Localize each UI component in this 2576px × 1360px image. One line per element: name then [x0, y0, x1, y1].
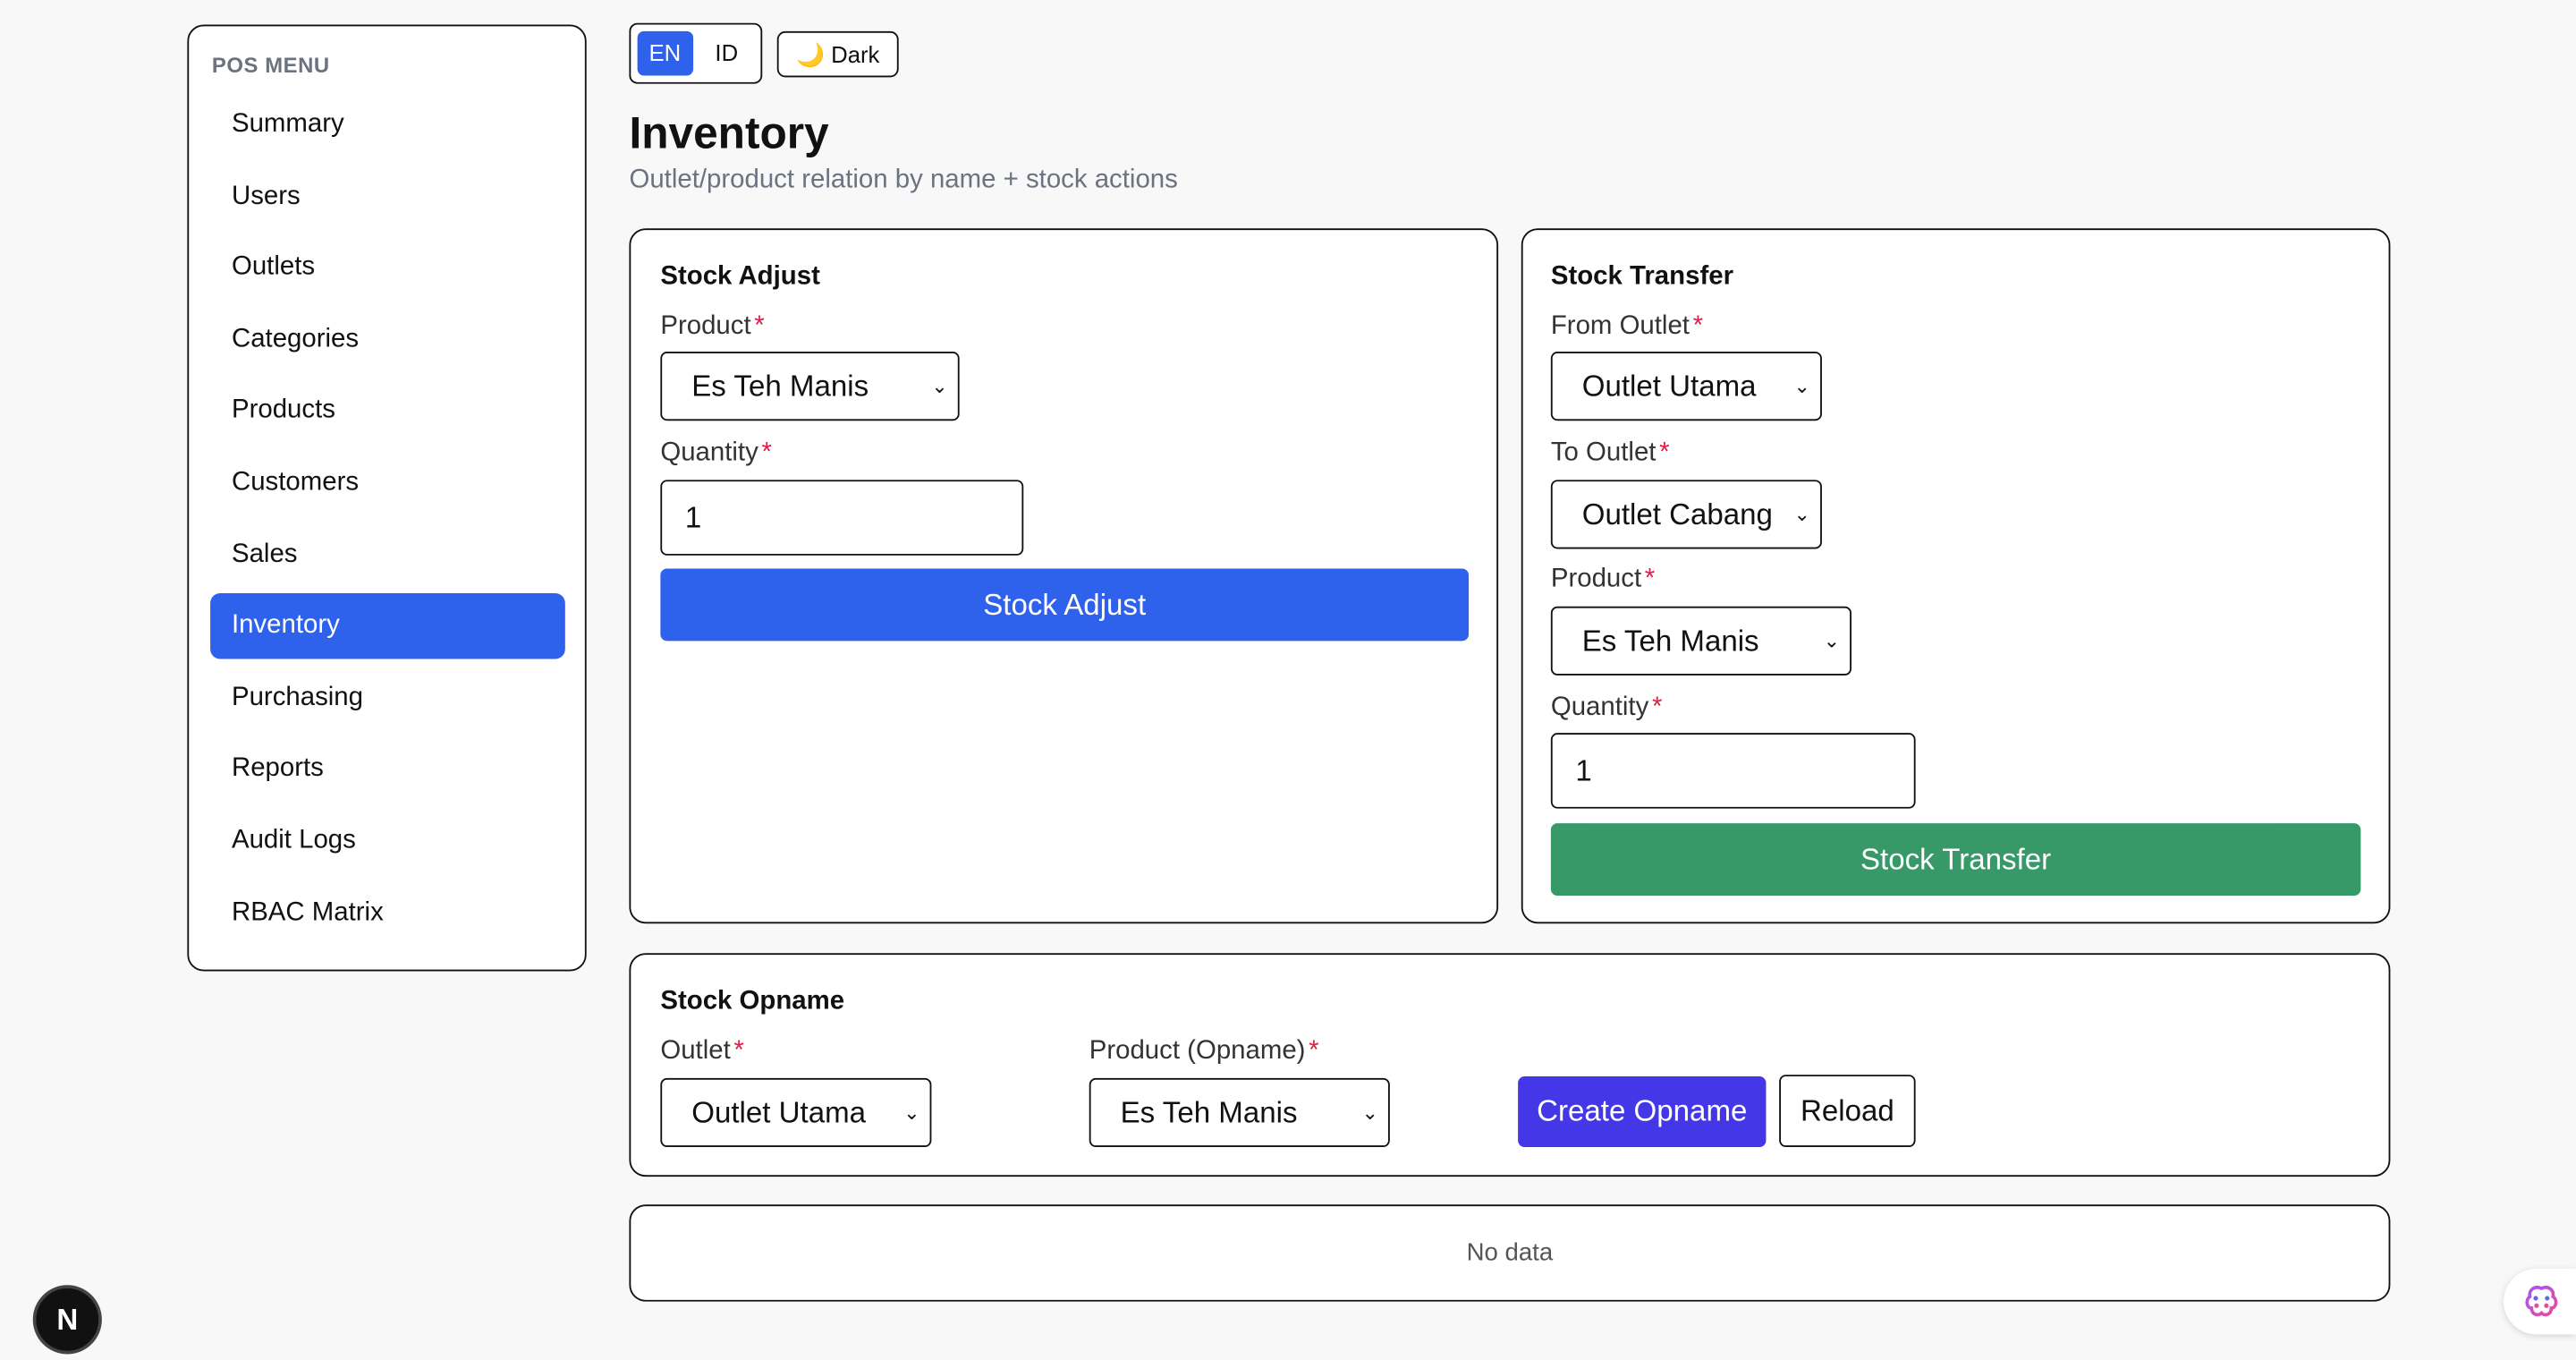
chevron-down-icon: ⌄ — [1793, 374, 1811, 398]
opname-table-empty: No data — [629, 1204, 2391, 1302]
dark-mode-button[interactable]: 🌙 Dark — [776, 30, 899, 78]
brain-icon — [2525, 1285, 2558, 1317]
transfer-product-label-text: Product — [1550, 565, 1642, 594]
opname-outlet-label-text: Outlet — [660, 1036, 731, 1066]
transfer-product-label: Product * — [1551, 565, 1655, 595]
required-mark: * — [1644, 565, 1656, 594]
transfer-product-value: Es Teh Manis — [1581, 624, 1759, 658]
stock-opname-card: Stock Opname Outlet * Outlet Utama ⌄ Prod… — [629, 953, 2391, 1177]
product-label-text: Product — [660, 311, 751, 341]
stock-transfer-title: Stock Transfer — [1550, 262, 1734, 292]
ai-assistant-button[interactable] — [2504, 1268, 2576, 1335]
required-mark: * — [1692, 311, 1704, 341]
sidebar-item-reports[interactable]: Reports — [210, 736, 565, 802]
product-label: Product * — [660, 312, 764, 342]
create-opname-button[interactable]: Create Opname — [1518, 1076, 1767, 1148]
from-outlet-select[interactable]: Outlet Utama ⌄ — [1550, 352, 1822, 421]
chevron-down-icon: ⌄ — [1793, 503, 1811, 526]
sidebar-title: POS MENU — [211, 52, 330, 78]
sidebar-item-products[interactable]: Products — [210, 378, 565, 444]
stock-adjust-title: Stock Adjust — [660, 262, 820, 292]
required-mark: * — [1309, 1036, 1319, 1066]
transfer-quantity-label-text: Quantity — [1550, 693, 1649, 722]
sidebar: POS MENU Summary Users Outlets Categorie… — [187, 24, 587, 972]
product-select-value: Es Teh Manis — [691, 370, 869, 403]
from-outlet-value: Outlet Utama — [1581, 370, 1757, 403]
nextjs-devtools-icon[interactable]: N — [32, 1285, 102, 1355]
page-subtitle: Outlet/product relation by name + stock … — [629, 166, 1178, 194]
language-toggle: EN ID — [629, 22, 763, 84]
sidebar-item-summary[interactable]: Summary — [210, 92, 565, 157]
page-title: Inventory — [629, 108, 829, 158]
opname-outlet-label: Outlet * — [660, 1037, 744, 1067]
lang-en-button[interactable]: EN — [637, 30, 693, 76]
from-outlet-label-text: From Outlet — [1550, 311, 1690, 341]
opname-product-label-text: Product (Opname) — [1089, 1036, 1306, 1066]
opname-product-select[interactable]: Es Teh Manis ⌄ — [1089, 1077, 1390, 1148]
to-outlet-select[interactable]: Outlet Cabang ⌄ — [1550, 480, 1822, 549]
opname-outlet-value: Outlet Utama — [691, 1096, 867, 1129]
stock-adjust-card: Stock Adjust Product * Es Teh Manis ⌄ Qua… — [629, 228, 1499, 924]
transfer-quantity-label: Quantity * — [1551, 693, 1663, 723]
chevron-down-icon: ⌄ — [1361, 1101, 1378, 1125]
stock-adjust-button[interactable]: Stock Adjust — [660, 568, 1470, 642]
required-mark: * — [761, 438, 772, 467]
required-mark: * — [733, 1036, 744, 1066]
stock-transfer-card: Stock Transfer From Outlet * Outlet Utama… — [1521, 228, 2391, 924]
opname-outlet-select[interactable]: Outlet Utama ⌄ — [660, 1077, 932, 1148]
quantity-label: Quantity * — [660, 438, 772, 468]
transfer-quantity-input[interactable]: 1 — [1550, 733, 1916, 809]
required-mark: * — [1659, 438, 1670, 467]
quantity-input[interactable]: 1 — [660, 480, 1024, 556]
reload-button[interactable]: Reload — [1779, 1075, 1916, 1148]
to-outlet-label-text: To Outlet — [1550, 438, 1657, 467]
stock-transfer-button[interactable]: Stock Transfer — [1550, 823, 2361, 897]
stock-opname-title: Stock Opname — [660, 987, 845, 1016]
sidebar-item-purchasing[interactable]: Purchasing — [210, 665, 565, 730]
to-outlet-value: Outlet Cabang — [1581, 497, 1773, 531]
sidebar-item-rbac-matrix[interactable]: RBAC Matrix — [210, 880, 565, 946]
sidebar-item-outlets[interactable]: Outlets — [210, 235, 565, 301]
sidebar-item-sales[interactable]: Sales — [210, 522, 565, 587]
chevron-down-icon: ⌄ — [903, 1101, 920, 1125]
sidebar-item-customers[interactable]: Customers — [210, 450, 565, 515]
transfer-product-select[interactable]: Es Teh Manis ⌄ — [1550, 606, 1852, 676]
sidebar-item-inventory[interactable]: Inventory — [210, 593, 565, 659]
quantity-label-text: Quantity — [660, 438, 758, 467]
sidebar-item-audit-logs[interactable]: Audit Logs — [210, 809, 565, 874]
from-outlet-label: From Outlet * — [1551, 312, 1703, 342]
opname-product-label: Product (Opname) * — [1089, 1037, 1319, 1067]
sidebar-item-categories[interactable]: Categories — [210, 307, 565, 372]
chevron-down-icon: ⌄ — [931, 374, 948, 398]
lang-id-button[interactable]: ID — [699, 31, 755, 76]
required-mark: * — [1651, 693, 1663, 722]
product-select[interactable]: Es Teh Manis ⌄ — [660, 352, 960, 421]
chevron-down-icon: ⌄ — [1823, 629, 1841, 653]
opname-product-value: Es Teh Manis — [1120, 1096, 1298, 1129]
to-outlet-label: To Outlet * — [1551, 438, 1670, 468]
required-mark: * — [754, 311, 765, 341]
sidebar-item-users[interactable]: Users — [210, 164, 565, 229]
